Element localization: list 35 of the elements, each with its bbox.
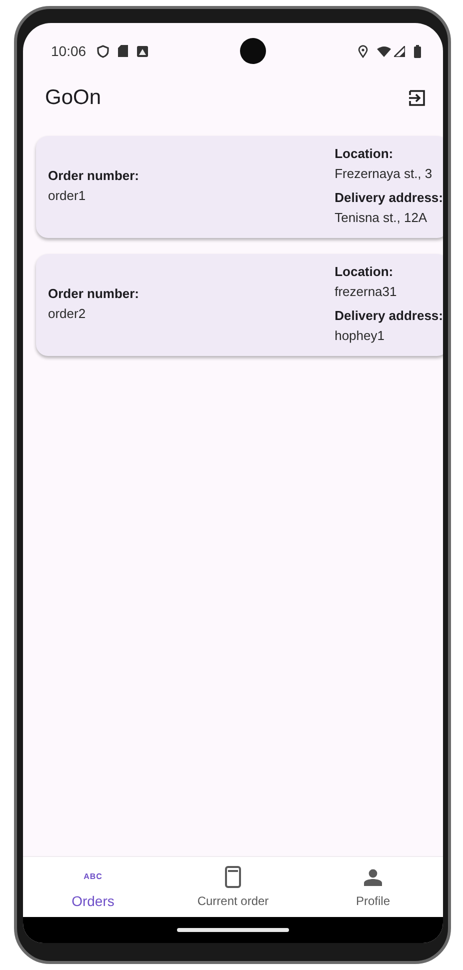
wifi-icon bbox=[377, 46, 392, 56]
order-card[interactable]: Order number: order2 Location: frezerna31 Delivery address: hophey1 bbox=[36, 254, 443, 356]
location-value: frezerna31 bbox=[334, 283, 398, 301]
nav-tab[interactable]: Profile bbox=[303, 857, 443, 917]
image-icon bbox=[137, 46, 148, 56]
order-number: order1 bbox=[48, 187, 87, 205]
abc-icon: ABC bbox=[84, 872, 102, 880]
location-icon bbox=[358, 44, 368, 58]
delivery-address-label: Delivery address: bbox=[334, 307, 443, 325]
tab-label: Profile bbox=[356, 894, 390, 908]
order-number-label: Order number: bbox=[48, 167, 140, 185]
order-card[interactable]: Order number: order1 Location: Frezernaya st., 3 Delivery address: Tenisna st., 12A bbox=[36, 136, 443, 238]
sd-card-icon bbox=[118, 45, 128, 57]
order-number: order2 bbox=[48, 305, 87, 323]
location-label: Location: bbox=[334, 263, 394, 281]
camera-hole bbox=[240, 38, 266, 64]
shield-icon bbox=[97, 44, 110, 58]
gesture-handle[interactable] bbox=[177, 928, 289, 932]
delivery-address-value: Tenisna st., 12A bbox=[334, 209, 428, 227]
phone-icon bbox=[225, 866, 241, 888]
battery-icon bbox=[414, 44, 422, 58]
app-title: GoOn bbox=[45, 86, 102, 110]
location-value: Frezernaya st., 3 bbox=[334, 165, 434, 183]
location-label: Location: bbox=[334, 145, 394, 163]
nav-tab[interactable]: Current order bbox=[163, 857, 303, 917]
tab-label: Orders bbox=[72, 893, 114, 909]
nav-tab[interactable]: ABC Orders bbox=[23, 857, 163, 917]
order-number-label: Order number: bbox=[48, 285, 140, 303]
delivery-address-label: Delivery address: bbox=[334, 189, 443, 207]
tab-label: Current order bbox=[197, 894, 269, 908]
signal-icon bbox=[394, 46, 406, 56]
status-time: 10:06 bbox=[51, 43, 86, 59]
logout-icon[interactable] bbox=[409, 90, 425, 106]
delivery-address-value: hophey1 bbox=[334, 327, 386, 345]
person-icon bbox=[364, 868, 382, 886]
